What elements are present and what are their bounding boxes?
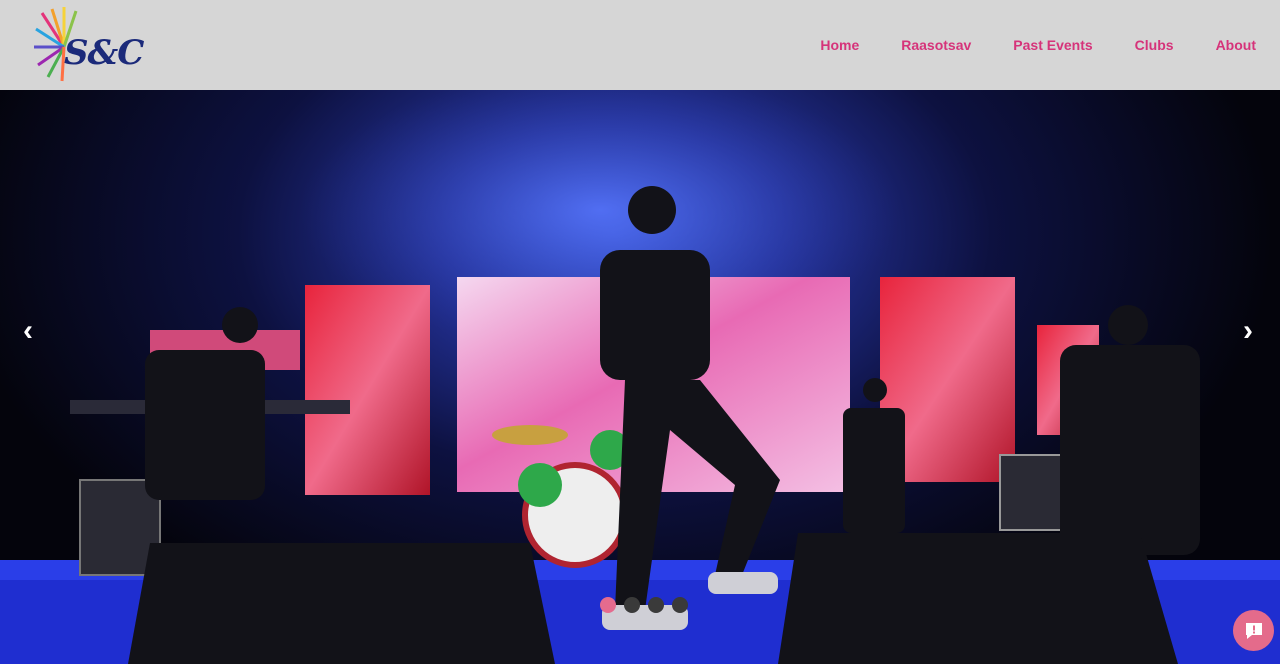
carousel-next-button[interactable]: ›: [1232, 315, 1264, 347]
chevron-left-icon: ‹: [23, 314, 33, 347]
nav-about[interactable]: About: [1216, 37, 1256, 53]
nav-menu: Home Raasotsav Past Events Clubs About: [778, 37, 1256, 53]
carousel-prev-button[interactable]: ‹: [12, 315, 44, 347]
carousel-dot-2[interactable]: [624, 597, 640, 613]
concert-stage-photo: [0, 90, 1280, 664]
nav-home[interactable]: Home: [820, 37, 859, 53]
nav-past-events[interactable]: Past Events: [1013, 37, 1092, 53]
carousel-dot-3[interactable]: [648, 597, 664, 613]
carousel-indicators: [600, 597, 688, 613]
chat-bubble-icon: [1245, 622, 1262, 639]
carousel-dot-4[interactable]: [672, 597, 688, 613]
carousel-dot-1[interactable]: [600, 597, 616, 613]
nav-raasotsav[interactable]: Raasotsav: [901, 37, 971, 53]
chat-button[interactable]: [1233, 610, 1274, 651]
hero-carousel: ‹ ›: [0, 90, 1280, 664]
navbar: S&C Home Raasotsav Past Events Clubs Abo…: [0, 0, 1280, 90]
logo-text: S&C: [64, 33, 144, 73]
site-logo[interactable]: S&C: [34, 7, 144, 83]
nav-clubs[interactable]: Clubs: [1135, 37, 1174, 53]
chevron-right-icon: ›: [1243, 314, 1253, 347]
